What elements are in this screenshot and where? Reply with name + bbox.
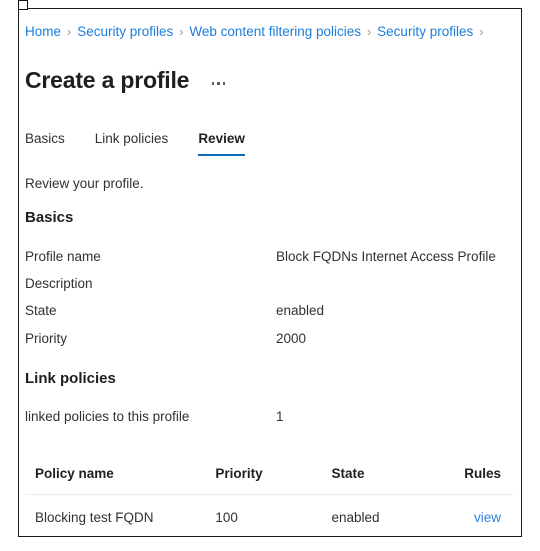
ellipsis-icon bbox=[222, 82, 225, 85]
table-row[interactable]: Blocking test FQDN 100 enabled view bbox=[25, 494, 513, 536]
blade-content: Home › Security profiles › Web content f… bbox=[19, 9, 521, 536]
breadcrumb-item-web-content-filtering-policies[interactable]: Web content filtering policies bbox=[189, 22, 361, 42]
review-row-priority: Priority 2000 bbox=[25, 331, 513, 349]
review-value-priority: 2000 bbox=[276, 331, 307, 346]
screenshot-canvas: Home › Security profiles › Web content f… bbox=[0, 0, 540, 551]
tab-basics[interactable]: Basics bbox=[25, 131, 65, 156]
section-heading-basics: Basics bbox=[25, 209, 74, 226]
table-header-row: Policy name Priority State Rules bbox=[25, 452, 513, 495]
review-row-state: State enabled bbox=[25, 303, 513, 321]
review-value-profile-name: Block FQDNs Internet Access Profile bbox=[276, 249, 496, 264]
ellipsis-icon bbox=[211, 82, 214, 85]
cell-state: enabled bbox=[331, 494, 465, 536]
table-body: Blocking test FQDN 100 enabled view bbox=[25, 494, 513, 536]
review-row-description: Description bbox=[25, 276, 513, 294]
chevron-right-icon: › bbox=[67, 25, 72, 39]
tab-review[interactable]: Review bbox=[198, 131, 245, 157]
review-row-linked-policies-count: linked policies to this profile 1 bbox=[25, 409, 513, 427]
section-heading-link-policies: Link policies bbox=[25, 370, 116, 387]
ellipsis-icon bbox=[217, 82, 220, 85]
linked-policies-table: Policy name Priority State Rules Blockin… bbox=[25, 452, 513, 536]
intro-text: Review your profile. bbox=[25, 176, 144, 191]
review-label-state: State bbox=[25, 303, 57, 318]
chevron-right-icon: › bbox=[179, 25, 184, 39]
column-header-priority[interactable]: Priority bbox=[215, 452, 332, 495]
tabstrip: Basics Link policies Review bbox=[25, 126, 275, 157]
more-options-button[interactable] bbox=[205, 72, 231, 94]
breadcrumb-item-security-profiles-2[interactable]: Security profiles bbox=[377, 22, 473, 42]
review-label-priority: Priority bbox=[25, 331, 68, 346]
create-profile-blade: Home › Security profiles › Web content f… bbox=[18, 8, 522, 537]
breadcrumb: Home › Security profiles › Web content f… bbox=[25, 22, 521, 42]
column-header-policy-name[interactable]: Policy name bbox=[25, 452, 216, 495]
view-rules-link[interactable]: view bbox=[474, 510, 501, 525]
tab-link-policies[interactable]: Link policies bbox=[95, 131, 169, 156]
review-label-linked-policies: linked policies to this profile bbox=[25, 409, 190, 424]
linked-policies-table-wrapper: Policy name Priority State Rules Blockin… bbox=[25, 452, 513, 536]
review-value-state: enabled bbox=[276, 303, 325, 318]
review-value-linked-policies: 1 bbox=[276, 409, 284, 424]
table-header: Policy name Priority State Rules bbox=[25, 452, 513, 495]
cell-priority: 100 bbox=[215, 494, 332, 536]
review-label-profile-name: Profile name bbox=[25, 249, 101, 264]
breadcrumb-item-home[interactable]: Home bbox=[25, 22, 61, 42]
capture-selection-handle bbox=[18, 0, 28, 10]
column-header-state[interactable]: State bbox=[331, 452, 465, 495]
cell-rules: view bbox=[464, 494, 513, 536]
column-header-rules[interactable]: Rules bbox=[464, 452, 513, 495]
review-row-profile-name: Profile name Block FQDNs Internet Access… bbox=[25, 249, 513, 267]
breadcrumb-item-security-profiles[interactable]: Security profiles bbox=[77, 22, 173, 42]
review-label-description: Description bbox=[25, 276, 93, 291]
page-title: Create a profile bbox=[25, 67, 190, 94]
cell-policy-name: Blocking test FQDN bbox=[25, 494, 216, 536]
chevron-right-icon: › bbox=[367, 25, 372, 39]
chevron-right-icon: › bbox=[479, 25, 484, 39]
title-row: Create a profile bbox=[25, 51, 231, 110]
